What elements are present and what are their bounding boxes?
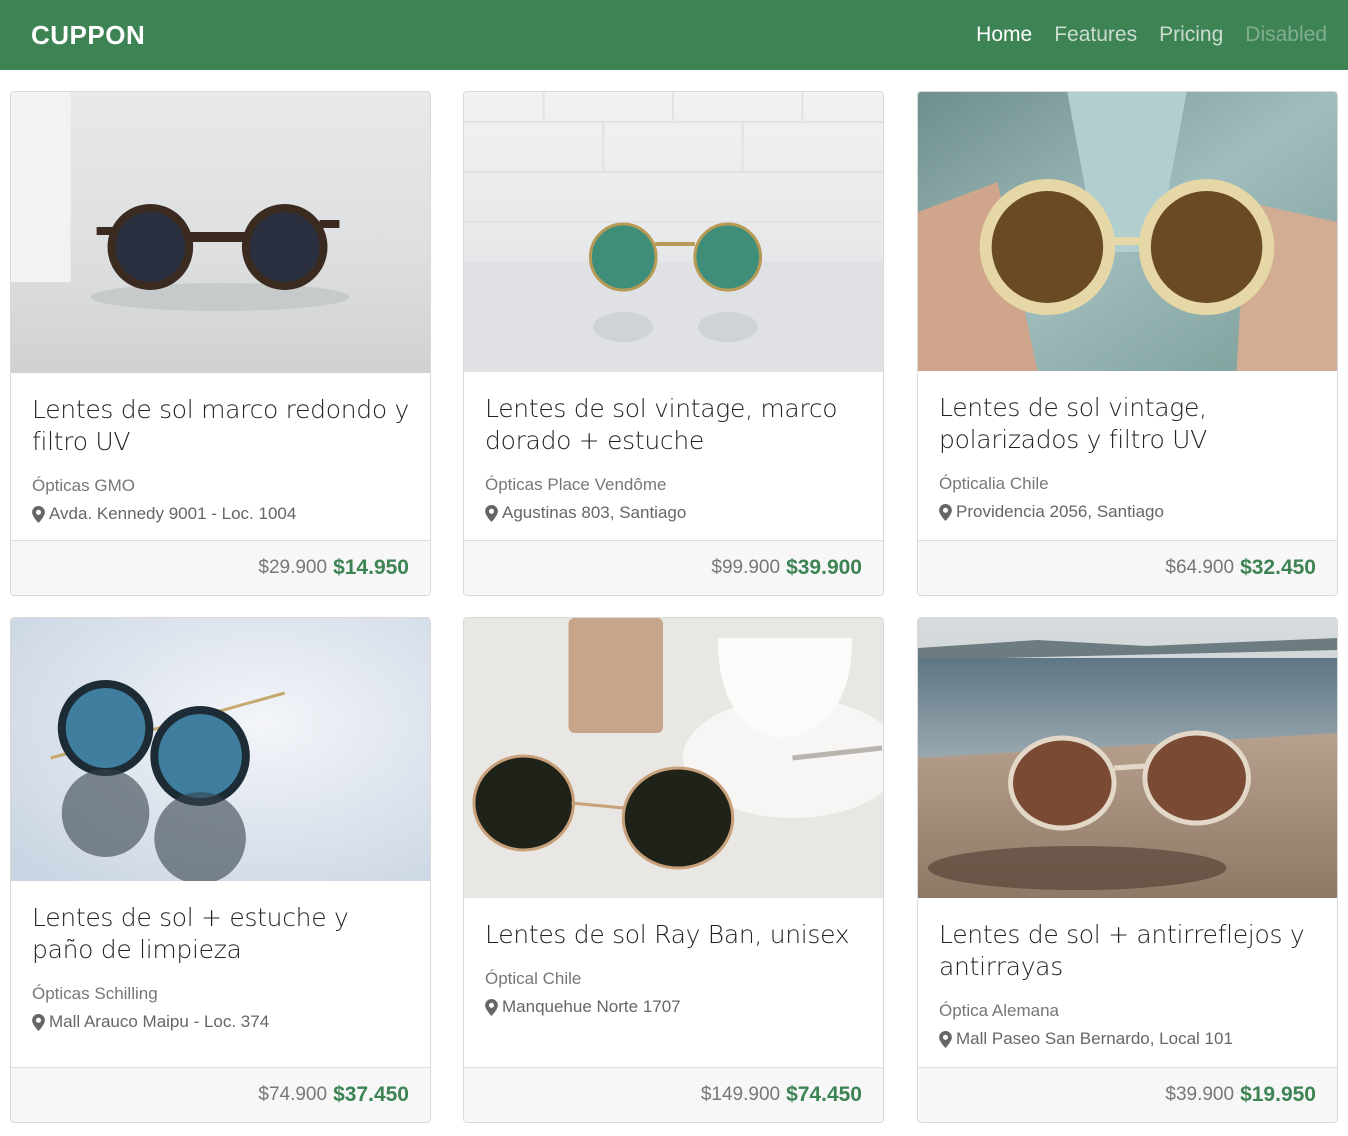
address-text: Providencia 2056, Santiago — [956, 502, 1164, 521]
new-price: $74.450 — [786, 1083, 862, 1106]
brand-logo[interactable]: CUPPON — [31, 20, 145, 51]
product-title[interactable]: Lentes de sol vintage, marco dorado + es… — [485, 393, 862, 457]
address: Manquehue Norte 1707 — [485, 997, 862, 1017]
product-image[interactable] — [918, 618, 1337, 898]
card-body: Lentes de sol + antirreflejos y antirray… — [918, 898, 1337, 1067]
card-body: Lentes de sol vintage, marco dorado + es… — [464, 372, 883, 540]
product-card[interactable]: Lentes de sol Ray Ban, unisex Óptical Ch… — [463, 617, 884, 1123]
old-price: $39.900 — [1165, 1084, 1235, 1105]
nav-disabled: Disabled — [1245, 23, 1327, 46]
old-price: $64.900 — [1165, 557, 1235, 578]
nav-features[interactable]: Features — [1054, 23, 1137, 47]
address-text: Manquehue Norte 1707 — [502, 997, 681, 1016]
product-image[interactable] — [918, 92, 1337, 371]
card-body: Lentes de sol vintage, polarizados y fil… — [918, 371, 1337, 540]
map-marker-icon — [485, 998, 498, 1016]
card-footer: $149.900 $74.450 — [464, 1067, 883, 1122]
vendor-name: Óptical Chile — [485, 969, 582, 988]
address: Mall Arauco Maipu - Loc. 374 — [32, 1012, 409, 1032]
map-marker-icon — [32, 1013, 45, 1031]
vendor-name: Ópticas Place Vendôme — [485, 475, 667, 494]
card-footer: $39.900 $19.950 — [918, 1067, 1337, 1122]
product-title[interactable]: Lentes de sol vintage, polarizados y fil… — [939, 392, 1316, 456]
old-price: $149.900 — [700, 1084, 781, 1105]
address-text: Mall Paseo San Bernardo, Local 101 — [956, 1029, 1233, 1048]
address-text: Agustinas 803, Santiago — [502, 503, 687, 522]
card-footer: $99.900 $39.900 — [464, 540, 883, 595]
address: Agustinas 803, Santiago — [485, 503, 862, 523]
map-marker-icon — [939, 503, 952, 521]
card-body: Lentes de sol Ray Ban, unisex Óptical Ch… — [464, 898, 883, 1067]
new-price: $32.450 — [1240, 556, 1316, 579]
new-price: $14.950 — [333, 556, 409, 579]
navbar: CUPPON Home Features Pricing Disabled — [0, 0, 1348, 70]
new-price: $19.950 — [1240, 1083, 1316, 1106]
old-price: $29.900 — [258, 557, 328, 578]
nav-pricing[interactable]: Pricing — [1159, 23, 1223, 47]
old-price: $74.900 — [258, 1084, 328, 1105]
product-image[interactable] — [11, 92, 430, 373]
vendor-name: Ópticalia Chile — [939, 474, 1049, 493]
new-price: $39.900 — [786, 556, 862, 579]
product-title[interactable]: Lentes de sol marco redondo y filtro UV — [32, 394, 409, 458]
product-card[interactable]: Lentes de sol marco redondo y filtro UV … — [10, 91, 431, 596]
product-title[interactable]: Lentes de sol Ray Ban, unisex — [485, 919, 862, 951]
address: Mall Paseo San Bernardo, Local 101 — [939, 1029, 1316, 1049]
product-image[interactable] — [464, 618, 883, 898]
vendor-name: Ópticas GMO — [32, 476, 135, 495]
address: Avda. Kennedy 9001 - Loc. 1004 — [32, 504, 409, 524]
nav-links: Home Features Pricing Disabled — [954, 23, 1327, 47]
product-card[interactable]: Lentes de sol vintage, polarizados y fil… — [917, 91, 1338, 596]
card-footer: $74.900 $37.450 — [11, 1067, 430, 1122]
card-body: Lentes de sol marco redondo y filtro UV … — [11, 373, 430, 540]
product-title[interactable]: Lentes de sol + antirreflejos y antirray… — [939, 919, 1316, 983]
vendor-name: Óptica Alemana — [939, 1001, 1060, 1020]
product-card[interactable]: Lentes de sol + estuche y paño de limpie… — [10, 617, 431, 1123]
address-text: Avda. Kennedy 9001 - Loc. 1004 — [49, 504, 297, 523]
map-marker-icon — [32, 505, 45, 523]
product-card[interactable]: Lentes de sol vintage, marco dorado + es… — [463, 91, 884, 596]
card-body: Lentes de sol + estuche y paño de limpie… — [11, 881, 430, 1067]
card-footer: $64.900 $32.450 — [918, 540, 1337, 595]
product-image[interactable] — [464, 92, 883, 372]
old-price: $99.900 — [711, 557, 781, 578]
product-card[interactable]: Lentes de sol + antirreflejos y antirray… — [917, 617, 1338, 1123]
product-title[interactable]: Lentes de sol + estuche y paño de limpie… — [32, 902, 409, 966]
card-footer: $29.900 $14.950 — [11, 540, 430, 595]
map-marker-icon — [939, 1030, 952, 1048]
new-price: $37.450 — [333, 1083, 409, 1106]
product-image[interactable] — [11, 618, 430, 881]
address: Providencia 2056, Santiago — [939, 502, 1316, 522]
vendor-name: Ópticas Schilling — [32, 984, 158, 1003]
address-text: Mall Arauco Maipu - Loc. 374 — [49, 1012, 270, 1031]
nav-home[interactable]: Home — [976, 23, 1032, 47]
map-marker-icon — [485, 504, 498, 522]
